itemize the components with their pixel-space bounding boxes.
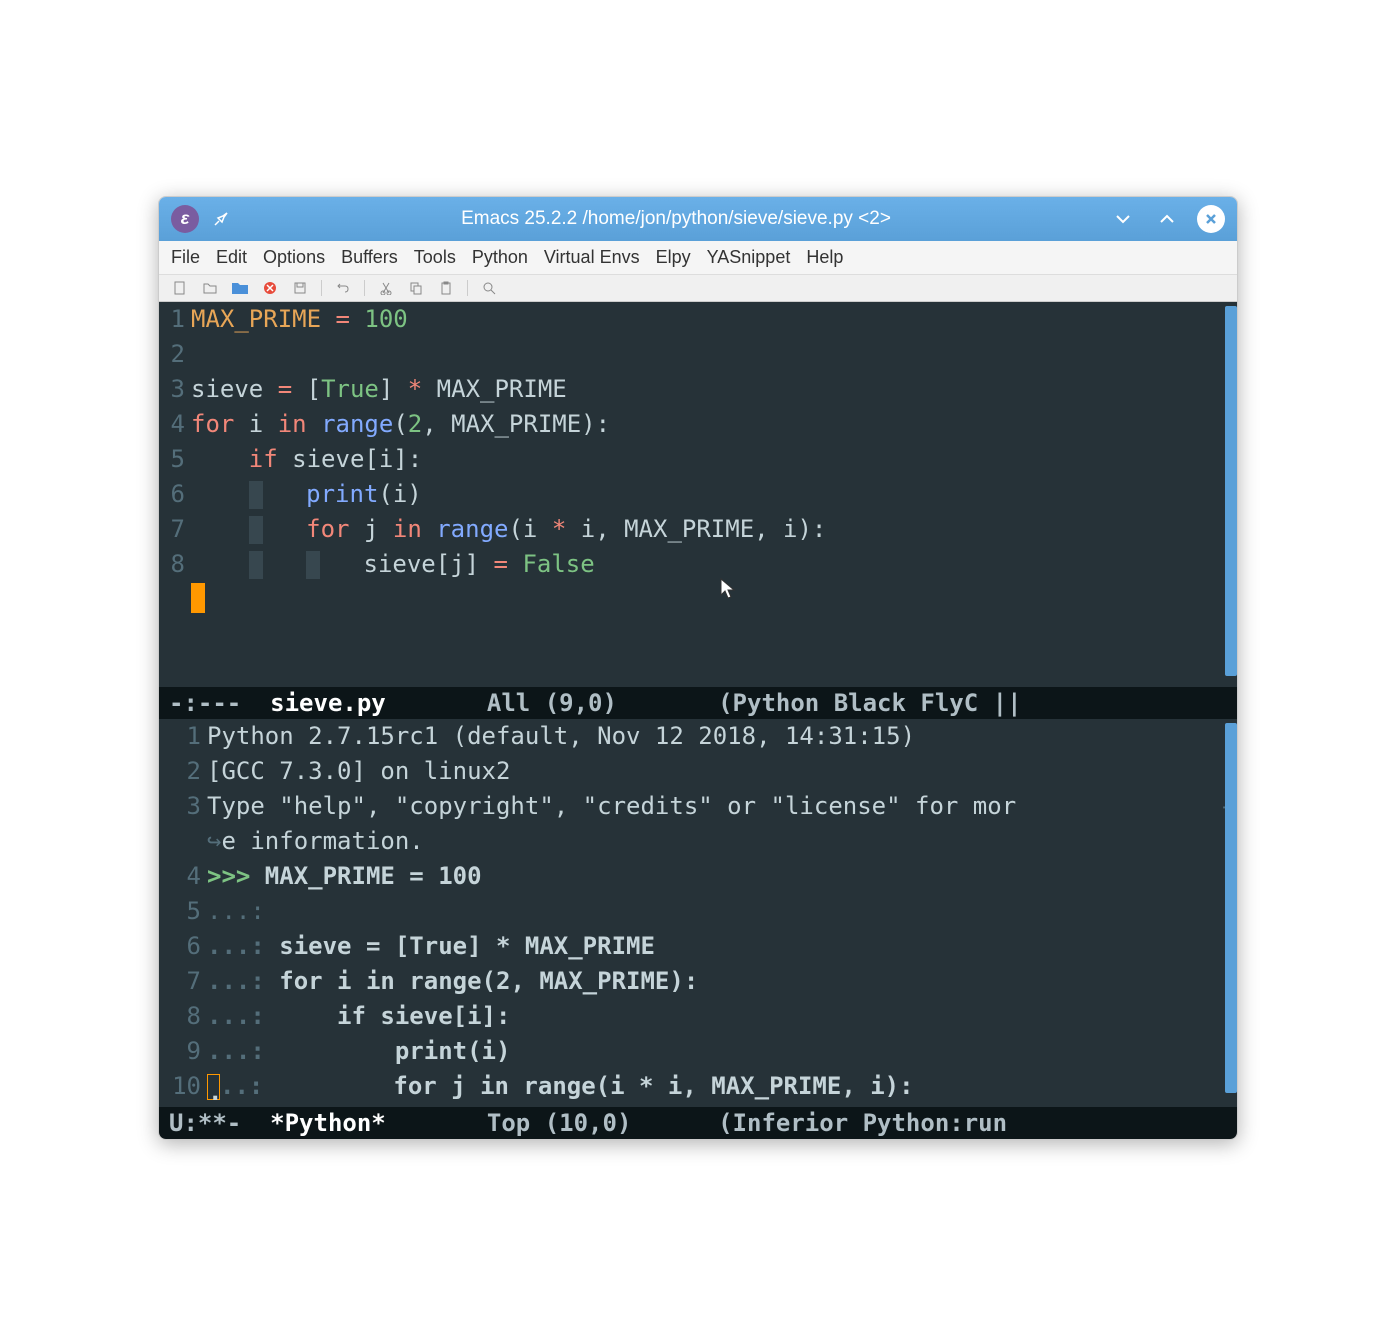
toolbar-separator <box>467 280 468 296</box>
menu-file[interactable]: File <box>171 247 200 268</box>
scrollbar[interactable] <box>1225 723 1237 1093</box>
mouse-cursor-icon <box>719 577 739 607</box>
menu-help[interactable]: Help <box>806 247 843 268</box>
line-gutter: 12345678910 <box>159 719 205 1104</box>
menu-virtual-envs[interactable]: Virtual Envs <box>544 247 640 268</box>
copy-icon[interactable] <box>407 279 425 297</box>
window-controls <box>1109 205 1225 233</box>
minimize-icon[interactable] <box>1109 205 1137 233</box>
toolbar <box>159 275 1237 302</box>
menu-yasnippet[interactable]: YASnippet <box>707 247 791 268</box>
menu-options[interactable]: Options <box>263 247 325 268</box>
close-file-icon[interactable] <box>261 279 279 297</box>
editor-pane-source[interactable]: 12345678 MAX_PRIME = 100sieve = [True] *… <box>159 302 1237 687</box>
toolbar-separator <box>321 280 322 296</box>
menu-elpy[interactable]: Elpy <box>656 247 691 268</box>
menu-buffers[interactable]: Buffers <box>341 247 398 268</box>
window-title: Emacs 25.2.2 /home/jon/python/sieve/siev… <box>243 208 1109 230</box>
pin-icon[interactable] <box>211 209 231 229</box>
open-folder-icon[interactable] <box>201 279 219 297</box>
search-icon[interactable] <box>480 279 498 297</box>
scrollbar[interactable] <box>1225 306 1237 676</box>
menu-tools[interactable]: Tools <box>414 247 456 268</box>
paste-icon[interactable] <box>437 279 455 297</box>
close-icon[interactable] <box>1197 205 1225 233</box>
menu-python[interactable]: Python <box>472 247 528 268</box>
modeline-repl[interactable]: U:**- *Python* Top (10,0) (Inferior Pyth… <box>159 1107 1237 1139</box>
repl-content[interactable]: Python 2.7.15rc1 (default, Nov 12 2018, … <box>205 719 1237 1104</box>
save-icon[interactable] <box>291 279 309 297</box>
code-content[interactable]: MAX_PRIME = 100sieve = [True] * MAX_PRIM… <box>189 302 1237 617</box>
menu-edit[interactable]: Edit <box>216 247 247 268</box>
editor-pane-repl[interactable]: 12345678910 Python 2.7.15rc1 (default, N… <box>159 719 1237 1107</box>
undo-icon[interactable] <box>334 279 352 297</box>
line-gutter: 12345678 <box>159 302 189 617</box>
new-file-icon[interactable] <box>171 279 189 297</box>
app-window: ε Emacs 25.2.2 /home/jon/python/sieve/si… <box>158 196 1238 1140</box>
toolbar-separator <box>364 280 365 296</box>
app-icon: ε <box>171 205 199 233</box>
menubar: File Edit Options Buffers Tools Python V… <box>159 241 1237 275</box>
folder-icon[interactable] <box>231 279 249 297</box>
titlebar[interactable]: ε Emacs 25.2.2 /home/jon/python/sieve/si… <box>159 197 1237 241</box>
modeline-source[interactable]: -:--- sieve.py All (9,0) (Python Black F… <box>159 687 1237 719</box>
cut-icon[interactable] <box>377 279 395 297</box>
maximize-icon[interactable] <box>1153 205 1181 233</box>
